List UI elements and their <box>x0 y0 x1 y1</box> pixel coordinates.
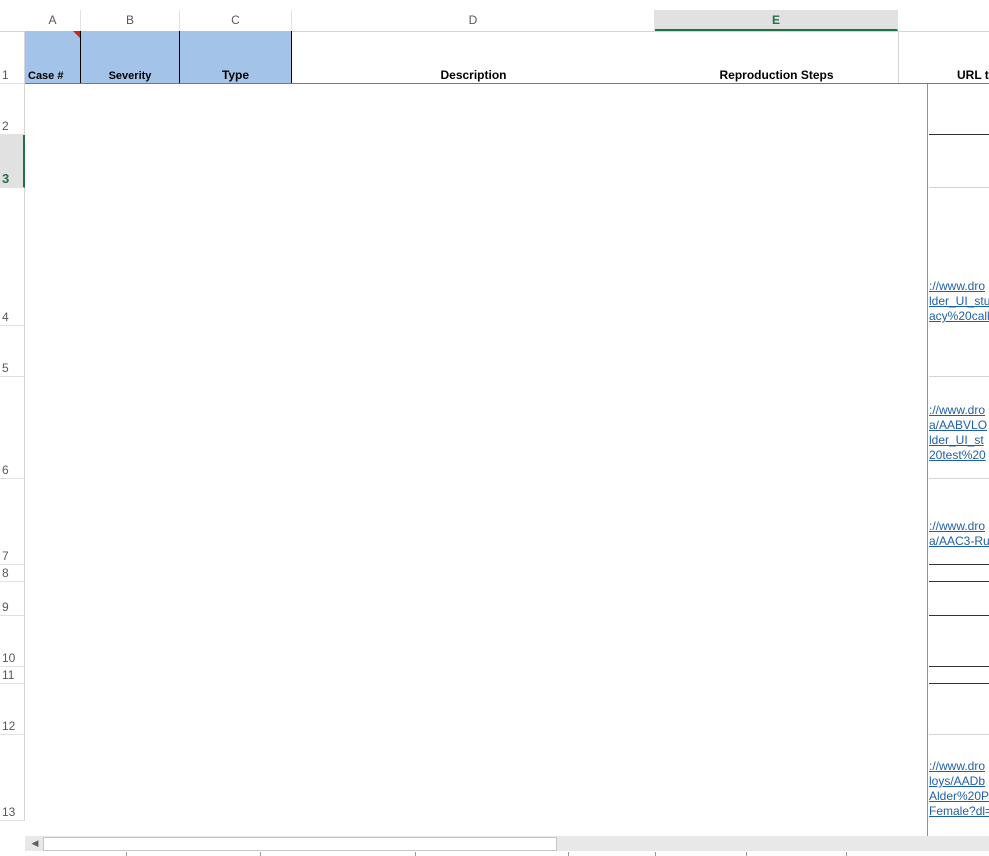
comment-indicator-icon[interactable] <box>73 31 80 38</box>
divider <box>126 852 127 856</box>
row-number: 11 <box>2 668 15 682</box>
row-header-6[interactable]: 6 <box>0 377 25 479</box>
header-cell-description[interactable]: Description <box>292 31 655 84</box>
header-cell-repro-steps[interactable]: Reproduction Steps <box>655 31 898 84</box>
header-cell-severity[interactable]: Severity <box>81 31 180 84</box>
row-number: 12 <box>2 719 16 733</box>
url-link[interactable]: ://www.dro <box>929 519 985 534</box>
divider <box>846 852 847 856</box>
url-link[interactable]: a/AAC3-Ru <box>929 534 989 549</box>
horizontal-scrollbar[interactable]: ◀ <box>25 836 989 851</box>
row-number: 6 <box>2 463 9 477</box>
row-header-12[interactable]: 12 <box>0 684 25 735</box>
header-label-case: Case # <box>28 70 64 82</box>
divider <box>260 852 261 856</box>
row-number: 2 <box>2 119 9 133</box>
cell-border <box>929 615 989 616</box>
divider <box>568 852 569 856</box>
url-link[interactable]: a/AABVLO <box>929 418 987 433</box>
url-link[interactable]: ://www.dro <box>929 279 985 294</box>
row-header-1[interactable]: 1 <box>0 31 25 84</box>
blank-overlay-panel[interactable] <box>25 84 928 836</box>
cell-border <box>929 564 989 565</box>
row-header-11[interactable]: 11 <box>0 667 25 684</box>
column-header-e[interactable]: E <box>655 10 898 31</box>
url-link[interactable]: lder_UI_st <box>929 433 984 448</box>
url-link[interactable]: lder_UI_stu <box>929 294 989 309</box>
divider <box>746 852 747 856</box>
row-number: 4 <box>2 310 9 324</box>
url-link[interactable]: ://www.dro <box>929 759 985 774</box>
row-header-10[interactable]: 10 <box>0 616 25 667</box>
row-number: 9 <box>2 600 9 614</box>
row-number: 1 <box>2 68 9 82</box>
header-label-url: URL t <box>957 68 989 82</box>
scrollbar-thumb[interactable] <box>43 837 557 851</box>
column-header-bar: A B C D E <box>0 10 989 32</box>
cell-border <box>929 666 989 667</box>
row-number: 7 <box>2 549 9 563</box>
cell-border <box>929 187 989 188</box>
header-label-type: Type <box>221 68 250 82</box>
row-number: 10 <box>2 651 16 665</box>
header-cell-type[interactable]: Type <box>180 31 292 84</box>
column-header-b[interactable]: B <box>81 10 180 31</box>
column-header-c[interactable]: C <box>180 10 292 31</box>
row-header-9[interactable]: 9 <box>0 582 25 616</box>
url-link[interactable]: ://www.dro <box>929 403 985 418</box>
row-header-4[interactable]: 4 <box>0 188 25 326</box>
row-header-5[interactable]: 5 <box>0 326 25 377</box>
cell-border <box>929 581 989 582</box>
cell-border <box>929 376 989 377</box>
row-header-13[interactable]: 13 <box>0 735 25 821</box>
row-number: 5 <box>2 361 9 375</box>
column-header-d[interactable]: D <box>292 10 655 31</box>
divider <box>655 852 656 856</box>
row-number: 13 <box>2 805 16 819</box>
cell-border <box>929 683 989 684</box>
scroll-left-arrow-icon[interactable]: ◀ <box>27 836 43 851</box>
row-header-7[interactable]: 7 <box>0 479 25 565</box>
spreadsheet-grid[interactable]: A B C D E 1 2 3 4 5 6 7 8 9 10 11 12 13 … <box>0 0 989 856</box>
url-link[interactable]: Female?dl= <box>929 804 989 819</box>
column-header-a[interactable]: A <box>25 10 81 31</box>
header-cell-url[interactable]: URL t <box>898 31 989 84</box>
divider <box>415 852 416 856</box>
row-number: 8 <box>2 566 9 580</box>
row-header-8[interactable]: 8 <box>0 565 25 582</box>
cell-border <box>929 478 989 479</box>
url-link[interactable]: acy%20call <box>929 309 989 324</box>
sheet-tab-strip <box>0 851 989 856</box>
header-label-severity: Severity <box>108 70 152 82</box>
header-label-description: Description <box>440 68 507 82</box>
url-link[interactable]: Alder%20Pa <box>929 789 989 804</box>
url-link[interactable]: loys/AADb <box>929 774 985 789</box>
row-header-3[interactable]: 3 <box>0 135 25 188</box>
row-number: 3 <box>2 171 10 186</box>
header-cell-case[interactable]: Case # <box>25 31 81 84</box>
cell-border <box>929 134 989 135</box>
row-header-2[interactable]: 2 <box>0 84 25 135</box>
url-link[interactable]: 20test%20 <box>929 448 986 463</box>
header-label-repro-steps: Reproduction Steps <box>719 68 834 82</box>
cell-border <box>929 734 989 735</box>
